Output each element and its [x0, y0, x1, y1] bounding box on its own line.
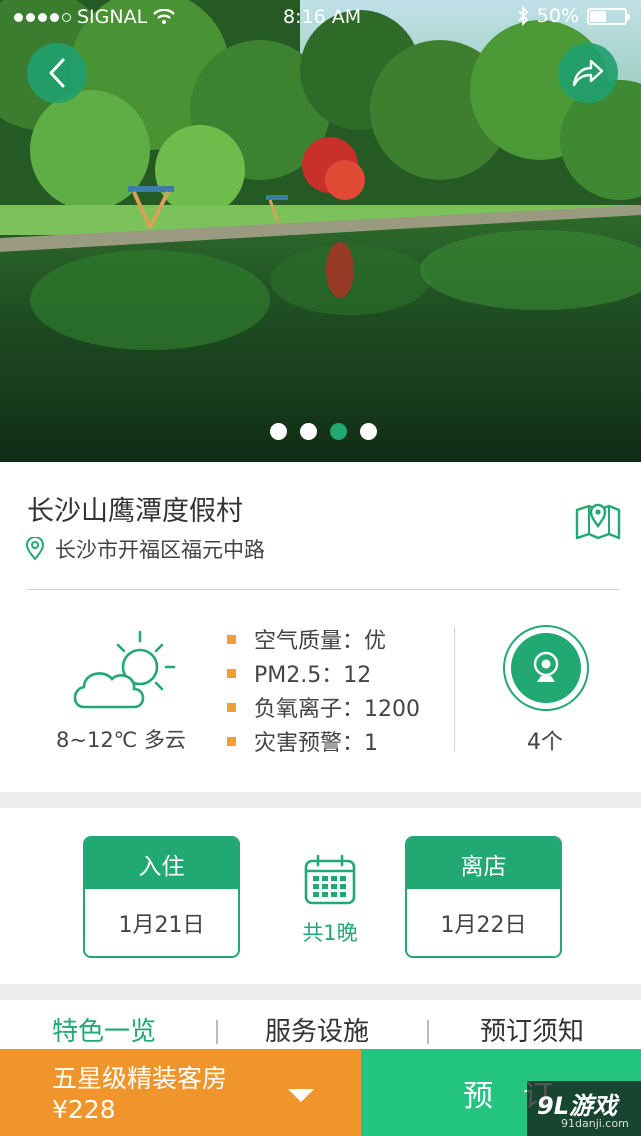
metric-item: 灾害预警：1: [227, 724, 420, 758]
carousel-indicator[interactable]: [270, 423, 377, 440]
tab-features[interactable]: 特色一览: [52, 1011, 156, 1048]
room-type-name: 五星级精装客房: [52, 1064, 228, 1093]
share-button[interactable]: [558, 43, 618, 103]
checkin-label: 入住: [85, 838, 238, 889]
carrier-label: SIGNAL: [77, 6, 148, 28]
dropdown-caret-icon: [288, 1089, 314, 1102]
room-price: ¥228: [52, 1095, 116, 1124]
checkin-date-picker[interactable]: 入住 1月21日: [83, 836, 240, 958]
divider: [26, 589, 619, 590]
checkout-date: 1月22日: [440, 912, 527, 938]
carousel-dot[interactable]: [300, 423, 317, 440]
metric-item: PM2.5：12: [227, 656, 420, 690]
signal-dots-icon: [14, 12, 71, 22]
tab-booking-notes[interactable]: 预订须知: [480, 1011, 584, 1048]
address-row[interactable]: 长沙市开福区福元中路: [25, 534, 265, 564]
watermark-url: 91danji.com: [561, 1117, 629, 1130]
checkout-date-picker[interactable]: 离店 1月22日: [405, 836, 562, 958]
environment-metrics: 空气质量：优 PM2.5：12 负氧离子：1200 灾害预警：1: [227, 622, 420, 758]
lake-forest-photo: [0, 0, 641, 462]
calendar-icon: [304, 854, 356, 905]
resort-name: 长沙山鹰潭度假村: [27, 496, 243, 527]
metric-item: 负氧离子：1200: [227, 690, 420, 724]
hero-banner[interactable]: SIGNAL 8:16 AM 50%: [0, 0, 641, 462]
webcam-icon: [533, 651, 559, 682]
metric-negative-ions: 负氧离子：1200: [254, 697, 420, 722]
map-icon[interactable]: [575, 498, 621, 540]
checkout-label: 离店: [407, 838, 560, 889]
checkin-date: 1月21日: [118, 912, 205, 938]
nights-summary: 共1晚: [296, 853, 364, 947]
bullet-icon: [227, 668, 236, 678]
weather-text: 8~12℃ 多云: [56, 728, 186, 752]
bluetooth-icon: [518, 6, 529, 26]
partly-cloudy-icon: [73, 630, 176, 709]
location-pin-icon: [25, 537, 45, 561]
metric-item: 空气质量：优: [227, 622, 420, 656]
tab-separator: [216, 1020, 218, 1044]
camera-button[interactable]: [503, 625, 589, 711]
bullet-icon: [227, 702, 236, 712]
metric-pm25: PM2.5：12: [254, 663, 372, 688]
site-watermark: 9L游戏 91danji.com: [527, 1081, 641, 1136]
nights-count: 共1晚: [302, 921, 358, 945]
clock: 8:16 AM: [283, 6, 362, 28]
room-type-selector[interactable]: 五星级精装客房 ¥228: [0, 1049, 361, 1136]
resort-info-card: 长沙山鹰潭度假村 长沙市开福区福元中路 8~12℃ 多云 空气质量：优 PM2.…: [0, 462, 641, 792]
vertical-divider: [454, 627, 455, 751]
camera-count: 4个: [527, 730, 563, 755]
share-icon: [572, 59, 604, 87]
metric-disaster-warning: 灾害预警：1: [254, 731, 378, 756]
stay-dates-section: 入住 1月21日 共1晚 离店 1月22日: [0, 808, 641, 984]
bullet-icon: [227, 736, 236, 746]
battery-percent: 50%: [536, 5, 579, 27]
wifi-icon: [153, 9, 176, 24]
address-text: 长沙市开福区福元中路: [55, 538, 265, 562]
chevron-left-icon: [49, 58, 65, 88]
tab-facilities[interactable]: 服务设施: [265, 1011, 369, 1048]
status-bar: SIGNAL 8:16 AM 50%: [0, 0, 641, 34]
carousel-dot-active[interactable]: [330, 423, 347, 440]
carousel-dot[interactable]: [360, 423, 377, 440]
back-button[interactable]: [27, 43, 87, 103]
bullet-icon: [227, 634, 236, 644]
watermark-logo: 9L游戏: [537, 1092, 617, 1120]
carousel-dot[interactable]: [270, 423, 287, 440]
metric-air-quality: 空气质量：优: [254, 629, 387, 654]
battery-icon: [587, 7, 630, 25]
tab-separator: [427, 1020, 429, 1044]
